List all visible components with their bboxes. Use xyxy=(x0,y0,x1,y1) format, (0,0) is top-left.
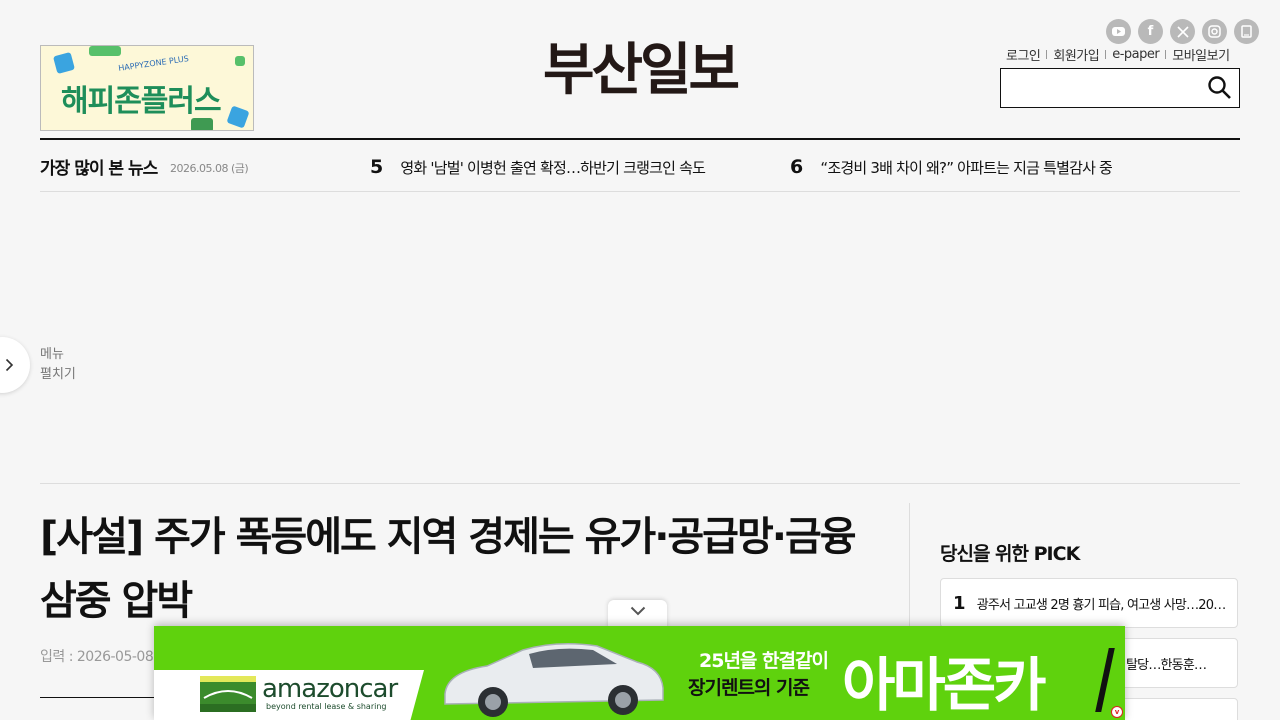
menu-label-line: 메뉴 xyxy=(40,347,64,362)
social-links: f xyxy=(1106,19,1259,44)
utility-links: 로그인 회원가입 e-paper 모바일보기 xyxy=(1006,45,1230,64)
divider xyxy=(1165,50,1167,59)
chevron-down-icon xyxy=(630,606,645,616)
instagram-icon[interactable] xyxy=(1202,19,1227,44)
search-icon[interactable] xyxy=(1207,75,1233,101)
epaper-link[interactable]: e-paper xyxy=(1112,47,1160,62)
gift-box-icon xyxy=(89,46,121,56)
pick-item-title: 광주서 고교생 2명 흉기 피습, 여고생 사망…20… xyxy=(976,597,1227,613)
amazoncar-ad-banner[interactable]: amazoncar beyond rental lease & sharing … xyxy=(154,626,1125,720)
search-box xyxy=(1000,68,1240,108)
site-logo[interactable]: 부산일보 xyxy=(525,38,755,104)
login-link[interactable]: 로그인 xyxy=(1006,45,1041,64)
car-image xyxy=(444,643,664,717)
gift-box-icon xyxy=(235,56,245,66)
ad-headline: 아마존카 xyxy=(842,651,1046,719)
most-viewed-date: 2026.05.08 (금) xyxy=(170,162,249,175)
gift-box-icon xyxy=(52,51,76,75)
gift-box-icon xyxy=(226,105,250,129)
ad-copy-line1: 25년을 한결같이 xyxy=(699,650,829,672)
divider xyxy=(1105,50,1107,59)
most-viewed-title: 가장 많이 본 뉴스 xyxy=(40,159,158,179)
most-viewed-item[interactable]: 5 영화 '남벌' 이병헌 출연 확정…하반기 크랭크인 속도 xyxy=(370,156,706,178)
news-title: 영화 '남벌' 이병헌 출연 확정…하반기 크랭크인 속도 xyxy=(400,158,706,177)
facebook-icon[interactable]: f xyxy=(1138,19,1163,44)
section-divider xyxy=(40,483,1240,484)
chevron-right-icon xyxy=(5,358,14,372)
rank-number: 1 xyxy=(953,592,966,614)
x-icon[interactable] xyxy=(1170,19,1195,44)
pick-item-title: 탈당…한동훈… xyxy=(1126,657,1207,673)
pick-item[interactable]: 1 광주서 고교생 2명 흉기 피습, 여고생 사망…20… xyxy=(940,578,1238,628)
menu-expand-label[interactable]: 메뉴 펼치기 xyxy=(40,345,76,385)
ad-copy-line2: 장기렌트의 기준 xyxy=(688,677,810,699)
divider xyxy=(1046,50,1048,59)
amazoncar-logo-icon xyxy=(200,676,256,712)
search-input[interactable] xyxy=(1001,69,1201,107)
ad-info-icon[interactable]: v xyxy=(1111,706,1123,718)
most-viewed-news: 가장 많이 본 뉴스 2026.05.08 (금) 5 영화 '남벌' 이병헌 … xyxy=(40,140,1240,192)
promo-title: 해피존플러스 xyxy=(61,84,222,119)
news-title: “조경비 3배 차이 왜?” 아파트는 지금 특별감사 중 xyxy=(820,158,1113,177)
ad-slash-decoration xyxy=(1095,648,1115,712)
pick-title: 당신을 위한 PICK xyxy=(940,543,1080,565)
article-headline: [사설] 주가 폭등에도 지역 경제는 유가·공급망·금융 삼중 압박 xyxy=(40,514,857,624)
happyzone-promo-banner[interactable]: HAPPYZONE PLUS 해피존플러스 xyxy=(40,45,254,131)
mobile-view-link[interactable]: 모바일보기 xyxy=(1172,45,1230,64)
ad-tagline: beyond rental lease & sharing xyxy=(266,702,387,711)
signup-link[interactable]: 회원가입 xyxy=(1053,45,1099,64)
most-viewed-item[interactable]: 6 “조경비 3배 차이 왜?” 아파트는 지금 특별감사 중 xyxy=(790,156,1113,178)
rank-number: 6 xyxy=(790,156,803,178)
app-icon[interactable] xyxy=(1234,19,1259,44)
menu-expand-button[interactable] xyxy=(0,337,30,393)
ad-brand-name: amazoncar xyxy=(262,674,398,704)
promo-subtitle: HAPPYZONE PLUS xyxy=(117,54,190,73)
youtube-icon[interactable] xyxy=(1106,19,1131,44)
menu-label-line: 펼치기 xyxy=(40,367,76,382)
rank-number: 5 xyxy=(370,156,383,178)
